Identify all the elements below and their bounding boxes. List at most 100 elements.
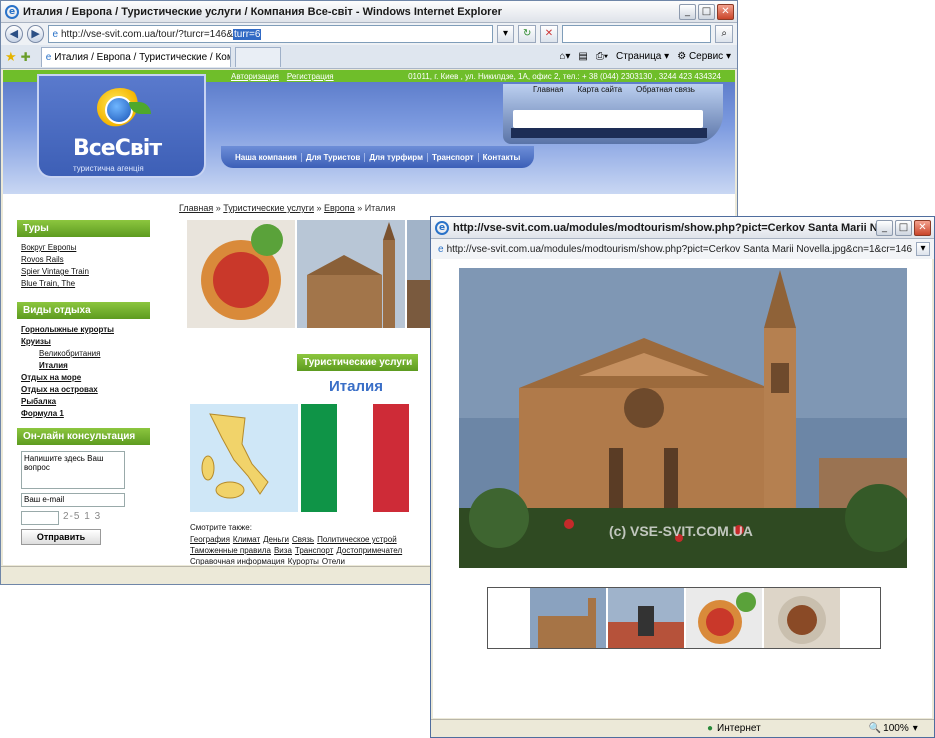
search-icon[interactable]: ⌕ — [715, 25, 733, 43]
thumbnail-church[interactable] — [530, 588, 606, 648]
popup-browser-window: e http://vse-svit.com.ua/modules/modtour… — [430, 216, 935, 738]
rest-link[interactable]: Рыбалка — [21, 397, 157, 406]
see-also-link[interactable]: Курорты — [288, 557, 319, 565]
question-textarea[interactable]: Напишите здесь Ваш вопрос — [21, 451, 125, 489]
see-also-link[interactable]: Таможенные правила — [190, 546, 271, 555]
rest-link[interactable]: Формула 1 — [21, 409, 157, 418]
new-tab-button[interactable] — [234, 46, 281, 67]
menu-transport[interactable]: Транспорт — [428, 152, 479, 162]
breadcrumb-services[interactable]: Туристические услуги — [223, 203, 314, 213]
address-dropdown-icon[interactable]: ▾ — [496, 25, 515, 43]
address-text: 01011, г. Киев , ул. Никилдзе, 1А, офис … — [408, 71, 721, 81]
see-also-link[interactable]: Деньги — [263, 535, 289, 544]
zoom-icon[interactable]: 🔍 — [869, 723, 881, 734]
feeds-icon[interactable]: ▤ — [578, 51, 587, 62]
favorites-star-icon[interactable]: ★ — [5, 49, 17, 65]
thumbnail-pasta[interactable] — [686, 588, 762, 648]
menu-tourists[interactable]: Для Туристов — [302, 152, 366, 162]
see-also-link[interactable]: Климат — [233, 535, 260, 544]
captcha-image: 2-5 1 3 — [63, 511, 102, 522]
home-icon[interactable]: ⌂▾ — [559, 51, 570, 62]
popup-maximize-button[interactable]: □ — [895, 220, 912, 236]
thumbnail-strip — [487, 587, 881, 649]
popup-minimize-button[interactable]: _ — [876, 220, 893, 236]
rest-link[interactable]: Горнолыжные курорты — [21, 325, 157, 334]
pasta-photo — [187, 220, 295, 328]
email-field[interactable]: Ваш e-mail — [21, 493, 125, 507]
see-also: Смотрите также: География Климат Деньги Свя… — [190, 522, 450, 565]
command-bar: ⌂▾ ▤ ⎙▾ Страница ▾ ⚙ Сервис ▾ — [559, 51, 731, 62]
sidebar: Туры Вокруг Европы Rovos Rails Spier Vin… — [17, 220, 157, 545]
tours-heading: Туры — [17, 220, 150, 237]
forward-icon[interactable]: ▶ — [26, 25, 45, 43]
sitemap-link[interactable]: Карта сайта — [577, 85, 622, 94]
zoom-level[interactable]: 100% — [883, 723, 909, 734]
popup-address-dropdown-icon[interactable]: ▾ — [916, 242, 930, 256]
minimize-button[interactable]: _ — [679, 4, 696, 20]
italy-flag-image — [301, 404, 409, 512]
tools-menu[interactable]: ⚙ Сервис ▾ — [677, 51, 731, 62]
thumbnail-statue[interactable] — [608, 588, 684, 648]
popup-address-row: e http://vse-svit.com.ua/modules/modtour… — [431, 239, 934, 259]
menu-contacts[interactable]: Контакты — [479, 153, 525, 162]
see-also-link[interactable]: Политическое устрой — [317, 535, 397, 544]
rest-link[interactable]: Круизы — [21, 337, 157, 346]
page-menu[interactable]: Страница ▾ — [616, 51, 669, 62]
add-favorites-icon[interactable]: ✚ — [21, 50, 31, 64]
see-also-link[interactable]: Достопримечател — [336, 546, 402, 555]
maximize-button[interactable]: □ — [698, 4, 715, 20]
tour-link[interactable]: Blue Train, The — [21, 279, 157, 288]
breadcrumb-italy: Италия — [364, 203, 396, 213]
tour-link[interactable]: Вокруг Европы — [21, 243, 157, 252]
auth-link[interactable]: Авторизация — [231, 72, 279, 81]
see-also-label: Смотрите также: — [190, 523, 252, 532]
rest-sublink-active[interactable]: Италия — [39, 361, 157, 370]
logo-text: ВсеСвіт — [73, 136, 162, 161]
see-also-link[interactable]: Виза — [274, 546, 292, 555]
site-logo[interactable]: ВсеСвіт туристична агенція — [39, 76, 204, 176]
tour-link[interactable]: Rovos Rails — [21, 255, 157, 264]
captcha-row: 2-5 1 3 — [21, 511, 157, 525]
popup-close-button[interactable]: ✕ — [914, 220, 931, 236]
zoom-dropdown-icon[interactable]: ▾ — [913, 723, 918, 734]
globe-icon — [105, 96, 133, 124]
rest-sublink[interactable]: Великобритания — [39, 349, 157, 358]
breadcrumb-home[interactable]: Главная — [179, 203, 213, 213]
site-header: Авторизация Регистрация 01011, г. Киев ,… — [3, 70, 735, 194]
back-icon[interactable]: ◀ — [5, 25, 23, 43]
popup-address-field[interactable]: e http://vse-svit.com.ua/modules/modtour… — [435, 240, 912, 258]
close-button[interactable]: ✕ — [717, 4, 734, 20]
church-photo — [297, 220, 405, 328]
thumbnail-dish[interactable] — [764, 588, 840, 648]
main-menu: Наша компания Для Туристов Для турфирм Т… — [221, 146, 535, 168]
menu-agencies[interactable]: Для турфирм — [365, 152, 428, 162]
stop-icon[interactable]: ✕ — [540, 25, 558, 43]
rest-link[interactable]: Отдых на море — [21, 373, 157, 382]
see-also-link[interactable]: Транспорт — [295, 546, 333, 555]
rest-link[interactable]: Отдых на островах — [21, 385, 157, 394]
search-input[interactable] — [561, 25, 712, 43]
rest-heading: Виды отдыха — [17, 302, 150, 319]
captcha-input[interactable] — [21, 511, 59, 525]
window-title: Италия / Европа / Туристические услуги /… — [23, 5, 502, 18]
see-also-link[interactable]: Справочная информация — [190, 557, 285, 565]
popup-content: (c) VSE-SVIT.COM.UA — [433, 259, 932, 718]
page-title: Италия — [329, 378, 383, 395]
tab-active[interactable]: e Италия / Европа / Туристические / Комп… — [40, 46, 231, 67]
see-also-link[interactable]: География — [190, 535, 230, 544]
ie-icon: e — [435, 220, 449, 235]
refresh-icon[interactable]: ↻ — [518, 25, 537, 43]
breadcrumb-europe[interactable]: Европа — [324, 203, 355, 213]
santa-maria-novella-photo[interactable]: (c) VSE-SVIT.COM.UA — [459, 268, 907, 568]
internet-zone-icon: ● — [707, 723, 714, 734]
see-also-link[interactable]: Связь — [292, 535, 314, 544]
home-link[interactable]: Главная — [533, 85, 563, 94]
menu-company[interactable]: Наша компания — [231, 152, 302, 162]
feedback-link[interactable]: Обратная связь — [636, 85, 695, 94]
send-button[interactable]: Отправить — [21, 529, 101, 545]
print-icon[interactable]: ⎙▾ — [596, 51, 608, 62]
address-field[interactable]: e http://vse-svit.com.ua/tour/?turcr=146… — [48, 25, 493, 43]
see-also-link[interactable]: Отели — [322, 557, 345, 565]
tour-link[interactable]: Spier Vintage Train — [21, 267, 157, 276]
register-link[interactable]: Регистрация — [287, 72, 334, 81]
